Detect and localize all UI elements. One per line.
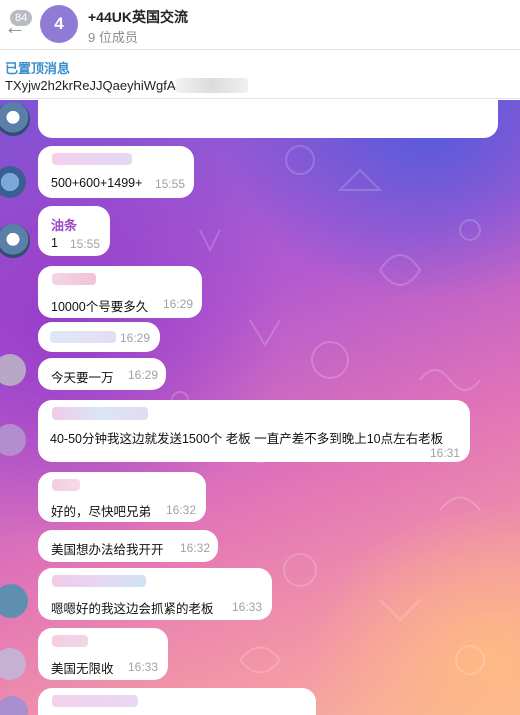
message-text: 好的，尽快吧兄弟	[51, 505, 152, 519]
message-text: 美国无限收	[51, 662, 114, 676]
message-text: 500+600+1499+	[51, 176, 143, 190]
sender-name-redacted	[52, 479, 80, 491]
message-time: 16:33	[232, 600, 263, 614]
group-avatar[interactable]: 4	[40, 5, 78, 43]
message-time: 15:55	[155, 177, 186, 191]
sender-name-redacted	[52, 153, 132, 165]
message-time: 16:32	[180, 541, 211, 555]
message-bubble[interactable]	[38, 100, 498, 138]
member-count: 9 位成员	[88, 30, 138, 45]
message-text: 今天要一万	[51, 371, 114, 385]
message-time: 16:29	[128, 368, 159, 382]
message-text: 嗯嗯好的我这边会抓紧的老板	[51, 602, 214, 616]
message-text-redacted	[50, 331, 116, 343]
message-bubble[interactable]: 美国想办法给我开开 16:32	[38, 530, 218, 562]
message-time: 16:33	[128, 660, 159, 674]
message-text: 10000个号要多久	[51, 300, 149, 314]
message-list[interactable]: 500+600+1499+ 15:55 油条 1 15:55 10000个号要多…	[0, 100, 520, 715]
pinned-redacted	[176, 78, 248, 93]
sender-name-redacted	[52, 695, 138, 707]
unread-badge: 84	[10, 10, 33, 26]
pinned-message-bar[interactable]: 已置顶消息 TXyjw2h2krReJJQaeyhiWgfA4	[0, 51, 520, 99]
message-bubble[interactable]: 500+600+1499+ 15:55	[38, 146, 194, 198]
message-bubble[interactable]: 嗯嗯好的我这边会抓紧的老板 16:33	[38, 568, 272, 620]
message-bubble[interactable]: 美国无限收 16:33	[38, 628, 168, 680]
message-text: 40-50分钟我这边就发送1500个 老板 一直产差不多到晚上10点左右老板	[50, 432, 444, 446]
message-bubble[interactable]: 好的，尽快吧兄弟 16:32	[38, 472, 206, 522]
message-bubble[interactable]: 10000个号要多久 16:29	[38, 266, 202, 318]
chat-header: ← 84 4 +44UK英国交流 9 位成员	[0, 0, 520, 50]
message-bubble[interactable]: 16:29	[38, 322, 160, 352]
message-bubble[interactable]: 今天要一万 16:29	[38, 358, 166, 390]
back-button[interactable]: ← 84	[2, 6, 36, 40]
message-time: 16:32	[166, 503, 197, 517]
sender-name-redacted	[52, 273, 96, 285]
sender-name-redacted	[52, 635, 88, 647]
message-time: 16:29	[163, 297, 194, 311]
sender-name-redacted	[52, 407, 148, 420]
pinned-text: TXyjw2h2krReJJQaeyhiWgfA4	[5, 78, 183, 93]
message-bubble[interactable]: 40-50分钟我这边就发送1500个 老板 一直产差不多到晚上10点左右老板 1…	[38, 400, 470, 462]
chat-title[interactable]: +44UK英国交流	[88, 7, 188, 27]
pinned-label: 已置顶消息	[5, 61, 71, 76]
message-text: 美国想办法给我开开	[51, 543, 164, 557]
message-time: 16:29	[120, 331, 151, 345]
sender-name[interactable]: 油条	[51, 215, 77, 234]
message-text: 1	[51, 236, 58, 250]
message-time: 15:55	[70, 237, 101, 251]
message-time: 16:31	[430, 446, 461, 460]
sender-name-redacted	[52, 575, 146, 587]
message-bubble[interactable]	[38, 688, 316, 715]
message-bubble[interactable]: 油条 1 15:55	[38, 206, 110, 256]
